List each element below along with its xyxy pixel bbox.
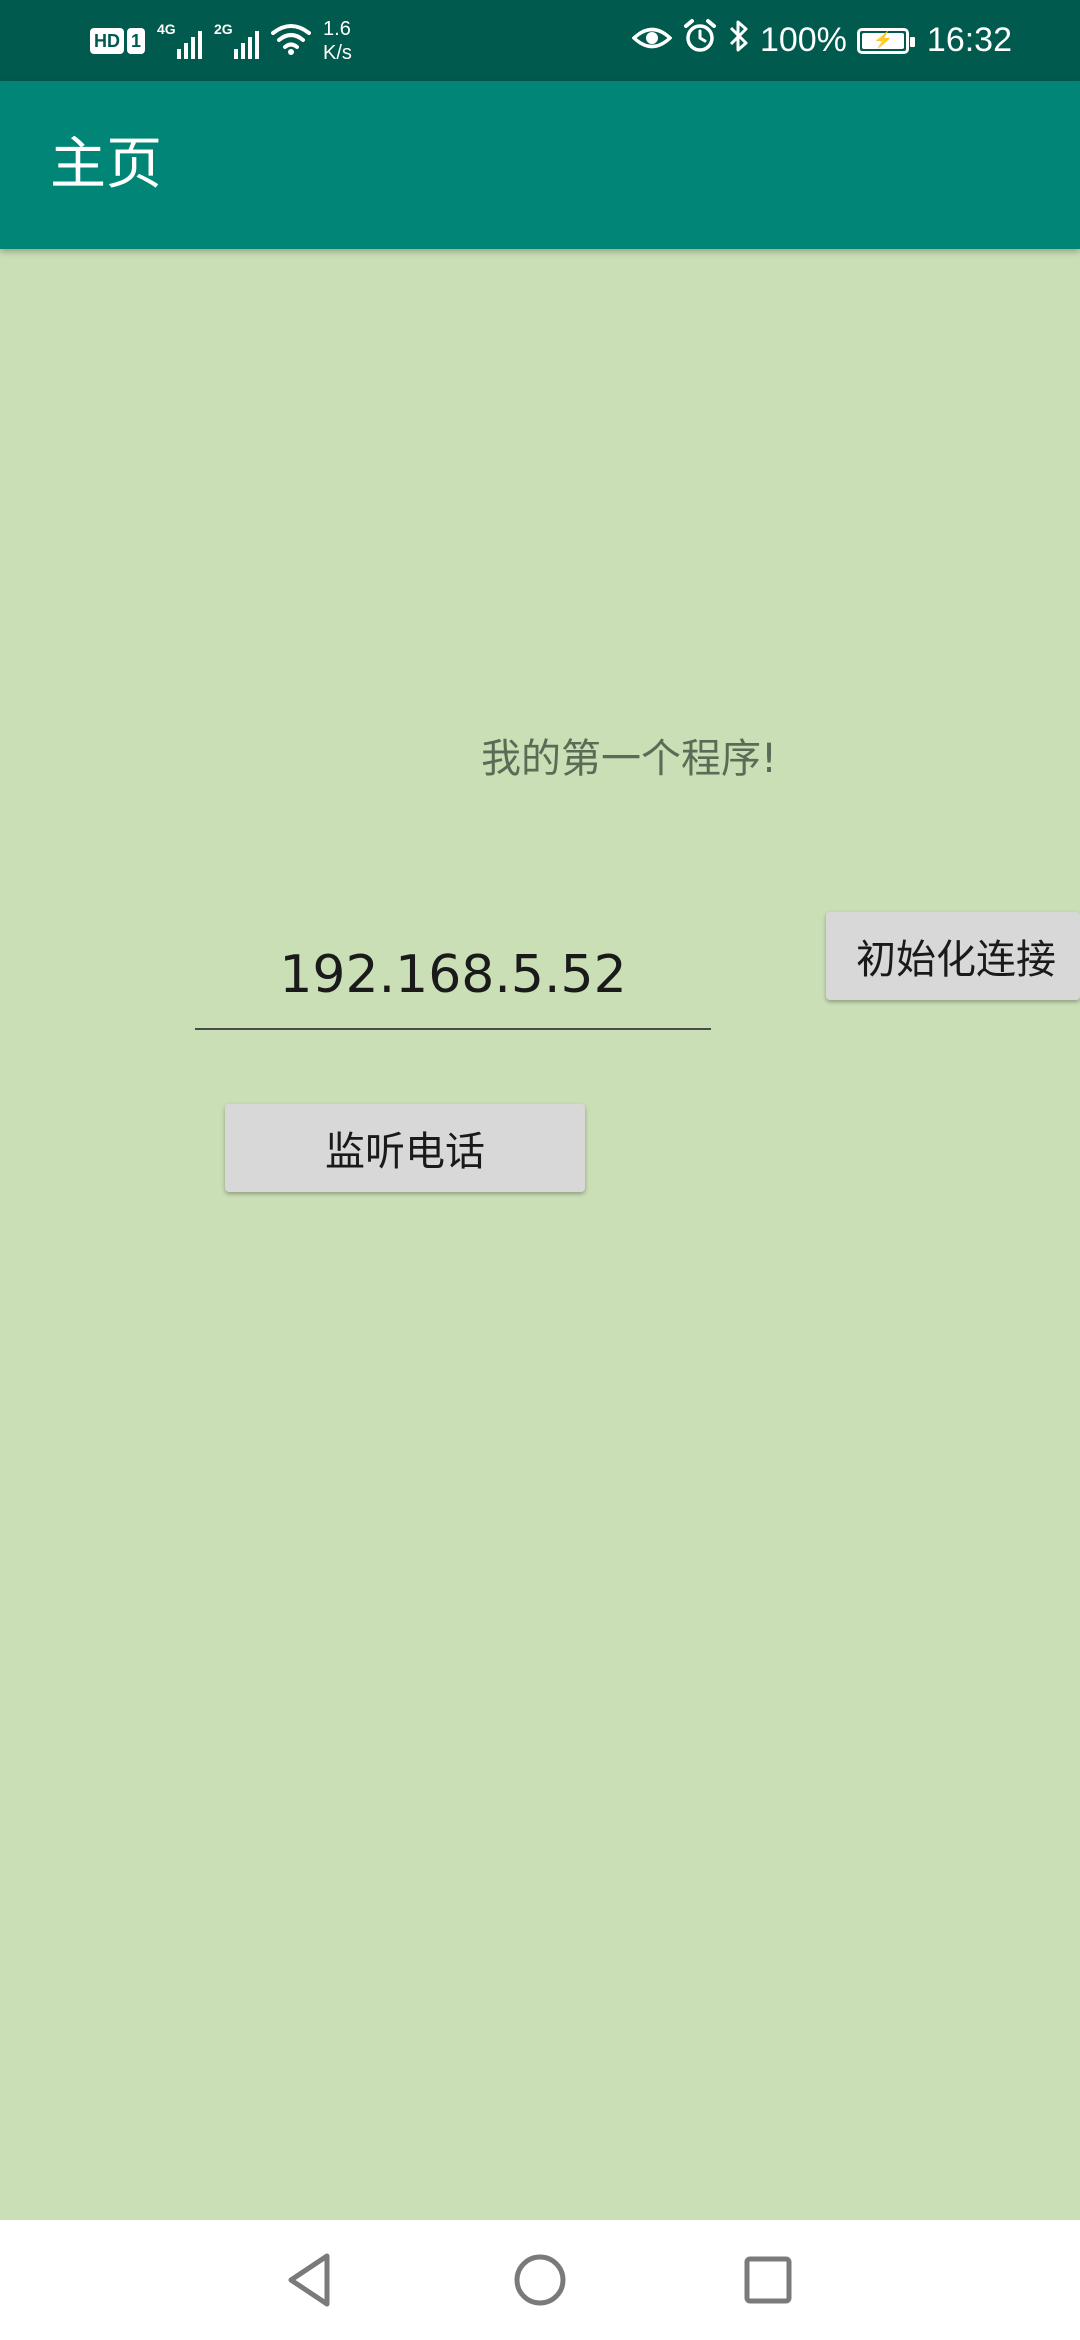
eye-icon xyxy=(631,21,673,60)
home-button[interactable] xyxy=(480,2220,600,2340)
charging-bolt-icon: ⚡ xyxy=(872,31,893,49)
clock: 16:32 xyxy=(926,21,1012,59)
status-bar-left: HD 1 4G 2G 1.6 K/s xyxy=(90,0,352,81)
ip-address-input[interactable] xyxy=(195,922,711,1030)
wifi-icon xyxy=(271,23,312,59)
status-bar-right: 100% ⚡ 16:32 xyxy=(631,0,1012,81)
alarm-icon xyxy=(682,18,718,63)
hd-icon: HD 1 xyxy=(90,27,146,54)
init-connection-button[interactable]: 初始化连接 xyxy=(826,912,1080,1000)
net-speed-value: 1.6 xyxy=(323,17,351,40)
bluetooth-icon xyxy=(728,19,750,62)
hd-label: HD xyxy=(90,27,124,54)
welcome-text: 我的第一个程序! xyxy=(481,736,778,782)
back-button[interactable] xyxy=(250,2220,370,2340)
net-speed: 1.6 K/s xyxy=(323,17,352,65)
listen-phone-button[interactable]: 监听电话 xyxy=(225,1104,585,1192)
sim-label: 1 xyxy=(127,27,146,54)
signal-4g-label: 4G xyxy=(157,20,176,37)
signal-2g-icon: 2G xyxy=(214,20,260,59)
battery-percent: 100% xyxy=(759,21,847,59)
net-speed-unit: K/s xyxy=(323,41,352,64)
recents-icon xyxy=(744,2256,792,2304)
recents-button[interactable] xyxy=(708,2220,828,2340)
app-bar: 主页 xyxy=(0,81,1080,249)
back-icon xyxy=(288,2253,330,2307)
signal-2g-label: 2G xyxy=(214,20,233,37)
status-bar: HD 1 4G 2G 1.6 K/s 100% ⚡ 16:32 xyxy=(0,0,1080,81)
battery-icon: ⚡ xyxy=(856,27,915,54)
signal-4g-icon: 4G xyxy=(157,20,203,59)
page-title: 主页 xyxy=(50,132,162,197)
navigation-bar xyxy=(0,2220,1080,2340)
home-icon xyxy=(514,2254,566,2306)
